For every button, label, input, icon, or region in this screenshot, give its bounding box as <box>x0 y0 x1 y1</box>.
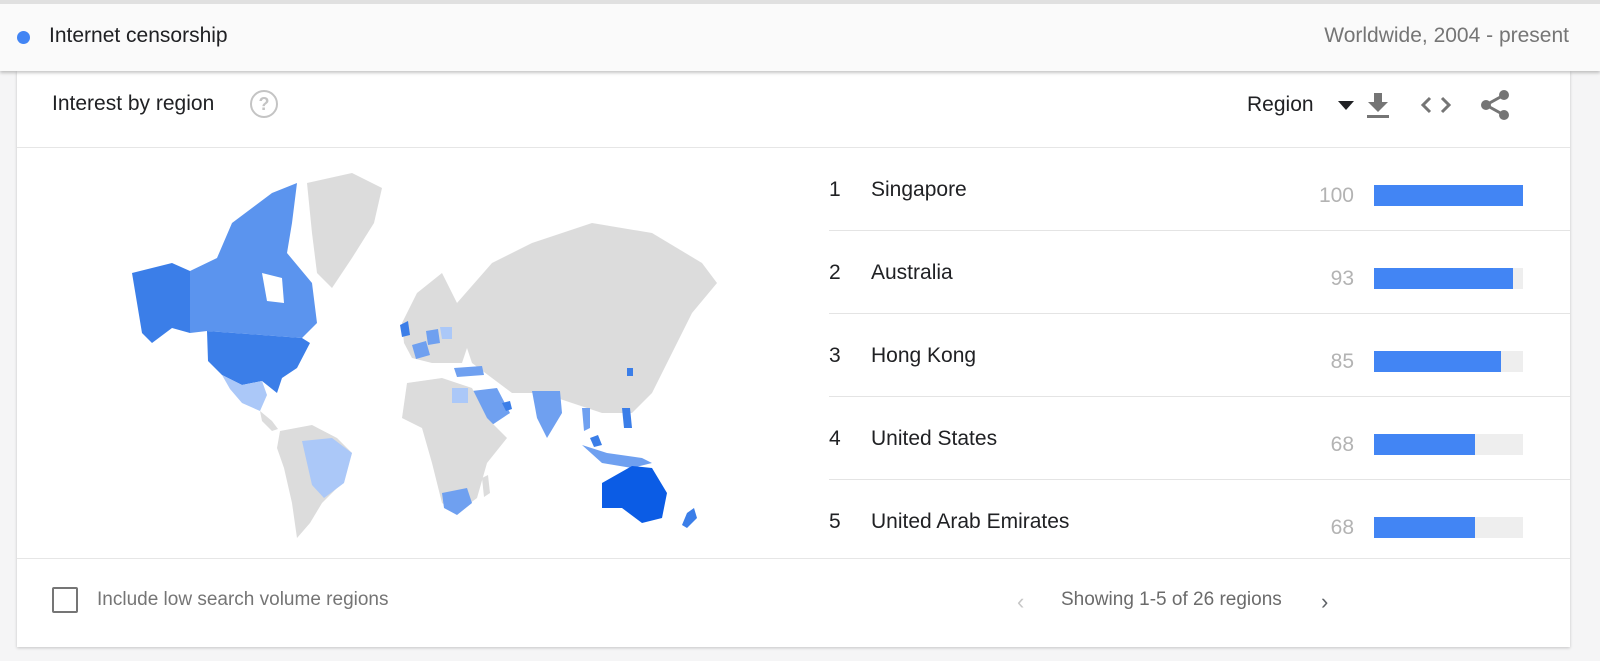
region-row[interactable]: 5 United Arab Emirates 68 <box>829 480 1570 563</box>
share-icon <box>1481 90 1509 120</box>
search-term-bar: Internet censorship Worldwide, 2004 - pr… <box>0 0 1600 71</box>
map-region-poland <box>440 327 452 339</box>
region-value: 85 <box>1330 350 1354 373</box>
map-region-indonesia <box>582 445 652 468</box>
low-volume-checkbox-label[interactable]: Include low search volume regions <box>97 589 389 611</box>
region-bar-fill <box>1374 351 1501 372</box>
card-footer: Include low search volume regions ‹ Show… <box>17 558 1570 647</box>
region-bar-fill <box>1374 434 1476 455</box>
map-region-asia <box>457 223 717 413</box>
region-bar-fill <box>1374 185 1523 206</box>
pagination-status: Showing 1-5 of 26 regions <box>1061 589 1282 610</box>
search-term-label: Internet censorship <box>49 24 228 47</box>
region-bar-track <box>1374 185 1523 206</box>
region-rank: 5 <box>829 510 841 533</box>
map-region-greenland <box>307 173 382 288</box>
region-bar-track <box>1374 434 1523 455</box>
region-bar-track <box>1374 517 1523 538</box>
region-bar-track <box>1374 268 1523 289</box>
card-body: 1 Singapore 100 2 Australia 93 3 Hong Kong 85 4 Un… <box>17 148 1570 558</box>
embed-button[interactable] <box>1418 87 1454 123</box>
region-name[interactable]: Australia <box>871 261 953 285</box>
region-row[interactable]: 1 Singapore 100 <box>829 148 1570 231</box>
region-value: 68 <box>1330 433 1354 456</box>
map-region-egypt <box>452 388 468 403</box>
card-header: Interest by region ? Region <box>17 71 1570 148</box>
region-row[interactable]: 4 United States 68 <box>829 397 1570 480</box>
region-ranking-list: 1 Singapore 100 2 Australia 93 3 Hong Kong 85 4 Un… <box>829 148 1570 563</box>
world-map[interactable] <box>112 163 732 543</box>
map-region-india <box>532 391 562 438</box>
map-region-thailand <box>582 408 590 431</box>
region-rank: 2 <box>829 261 841 284</box>
region-value: 68 <box>1330 516 1354 539</box>
map-region-madagascar <box>482 475 490 497</box>
low-volume-checkbox[interactable] <box>52 587 78 613</box>
term-color-dot <box>17 31 30 44</box>
region-value: 93 <box>1330 267 1354 290</box>
region-name[interactable]: Singapore <box>871 178 967 202</box>
region-value: 100 <box>1318 184 1354 207</box>
region-select-label: Region <box>1247 93 1314 116</box>
region-bar-fill <box>1374 268 1513 289</box>
region-row[interactable]: 3 Hong Kong 85 <box>829 314 1570 397</box>
map-region-canada <box>190 183 317 338</box>
region-bar-track <box>1374 351 1523 372</box>
card-title: Interest by region <box>52 92 215 115</box>
region-bar-fill <box>1374 517 1476 538</box>
map-region-germany <box>426 329 440 345</box>
map-region-turkey <box>454 366 484 377</box>
map-region-malaysia <box>590 435 602 447</box>
region-resolution-select[interactable]: Region <box>1247 89 1354 121</box>
region-row[interactable]: 2 Australia 93 <box>829 231 1570 314</box>
region-rank: 3 <box>829 344 841 367</box>
help-icon[interactable]: ? <box>250 90 278 118</box>
interest-by-region-card: Interest by region ? Region 1 Singapore … <box>17 71 1570 647</box>
map-region-new-zealand <box>682 508 697 528</box>
map-region-alaska <box>132 263 190 343</box>
caret-down-icon <box>1337 100 1354 110</box>
region-name[interactable]: Hong Kong <box>871 344 976 368</box>
region-name[interactable]: United Arab Emirates <box>871 510 1069 534</box>
region-name[interactable]: United States <box>871 427 997 451</box>
chevron-left-icon[interactable]: ‹ <box>1017 589 1024 615</box>
download-button[interactable] <box>1360 87 1396 123</box>
region-rank: 4 <box>829 427 841 450</box>
map-region-australia <box>602 466 667 523</box>
scope-label: Worldwide, 2004 - present <box>1324 24 1569 47</box>
share-button[interactable] <box>1477 87 1513 123</box>
map-region-south-korea <box>627 368 633 376</box>
chevron-right-icon[interactable]: › <box>1321 589 1328 615</box>
download-icon <box>1367 93 1389 118</box>
region-rank: 1 <box>829 178 841 201</box>
embed-icon <box>1420 96 1452 114</box>
